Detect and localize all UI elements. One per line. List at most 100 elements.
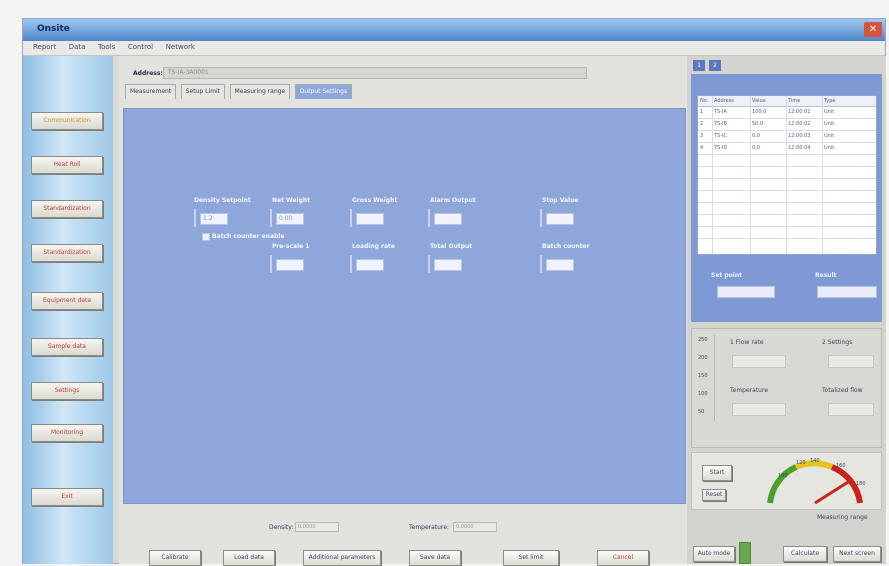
menu-item[interactable]: Tools: [98, 43, 115, 51]
field-bar: [194, 209, 196, 227]
address-label: Address:: [133, 70, 163, 77]
menu-item[interactable]: Report: [33, 43, 56, 51]
gauge-tick: 100: [778, 473, 788, 479]
gauge-tick: 180: [856, 481, 866, 487]
gauge-needle: [814, 479, 852, 505]
range-tick: 50: [698, 409, 705, 415]
grid-cell: Unit: [824, 145, 835, 151]
data-grid-panel: No. Address Value Time Type 1 TS-IA 100.…: [691, 74, 882, 322]
sidebar-button-communication[interactable]: Communication: [31, 112, 103, 130]
settings-label: 2 Settings: [822, 339, 853, 346]
grid-cell: TS-IA: [714, 109, 727, 115]
set-limit-button[interactable]: Set limit: [503, 550, 559, 566]
field-bar: [270, 209, 272, 227]
field-label: Density Setpoint: [194, 197, 251, 204]
grid-cell: TS-IC: [714, 133, 727, 139]
grid-cell: 0.0: [752, 145, 760, 151]
field-label: Gross Weight: [352, 197, 398, 204]
window-title: Onsite: [37, 24, 70, 34]
loading-rate-input[interactable]: [356, 259, 384, 271]
settings-field: [828, 355, 874, 368]
grid-header-cell: Value: [752, 98, 766, 104]
menu-item[interactable]: Network: [166, 43, 195, 51]
sidebar-button-settings[interactable]: Settings: [31, 382, 103, 400]
sidebar: Communication Heat Roll Standardization …: [23, 56, 113, 564]
field-label: Loading rate: [352, 243, 395, 250]
tab-setup-limit[interactable]: Setup Limit: [180, 84, 225, 99]
field-label: Batch counter: [542, 243, 590, 250]
grid-cell: 0.0: [752, 133, 760, 139]
reset-button[interactable]: Reset: [702, 489, 726, 501]
totalized-flow-label: Totalized flow: [822, 387, 863, 394]
grid-row-line: [698, 202, 876, 203]
grid-cell: 50.0: [752, 121, 764, 127]
right-tab[interactable]: 1: [693, 60, 705, 71]
grid-row-line: [698, 214, 876, 215]
batch-counter-input[interactable]: [546, 259, 574, 271]
gauge-tick: 120: [796, 460, 806, 466]
menu-item[interactable]: Control: [128, 43, 153, 51]
menu-item[interactable]: Data: [69, 43, 86, 51]
right-panel: 1 2 No. Address Value Time Type 1 TS-IA …: [687, 56, 886, 564]
load-data-button[interactable]: Load data: [223, 550, 275, 566]
sidebar-button[interactable]: Sample data: [31, 338, 103, 356]
range-scale: 250 200 150 100 50: [698, 335, 715, 421]
temperature-field: 0.0000: [453, 522, 497, 532]
calibrate-button[interactable]: Calibrate: [149, 550, 201, 566]
sidebar-button[interactable]: Standardization: [31, 200, 103, 218]
grid-cell: Unit: [824, 109, 835, 115]
sidebar-button[interactable]: Monitoring: [31, 424, 103, 442]
stop-value-input[interactable]: [546, 213, 574, 225]
totalized-flow-field: [828, 403, 874, 416]
temperature-label: Temperature: [730, 387, 769, 394]
flow-rate-field: [732, 355, 786, 368]
tab-measuring-range[interactable]: Measuring range: [229, 84, 291, 99]
tab-strip: Measurement Setup Limit Measuring range …: [125, 84, 354, 100]
additional-parameters-button[interactable]: Additional parameters: [303, 550, 381, 566]
net-weight-input[interactable]: 0.00: [276, 213, 304, 225]
address-field[interactable]: TS-IA-3A0001: [163, 67, 587, 79]
grid-cell: TS-ID: [714, 145, 728, 151]
sidebar-button[interactable]: Standardization: [31, 244, 103, 262]
cancel-button[interactable]: Cancel: [597, 550, 649, 566]
menu-bar: Report Data Tools Control Network: [23, 41, 885, 56]
field-label: Net Weight: [272, 197, 311, 204]
temperature-field: [732, 403, 786, 416]
settings-form: Density Setpoint 1.2 Batch counter enabl…: [123, 108, 686, 504]
tab-output-settings[interactable]: Output Settings: [294, 84, 353, 99]
grid-cell: 12:00:01: [788, 109, 811, 115]
sidebar-button-exit[interactable]: Exit: [31, 488, 103, 506]
grid-cell: 12:00:04: [788, 145, 811, 151]
density-setpoint-input[interactable]: 1.2: [200, 213, 228, 225]
total-output-input[interactable]: [434, 259, 462, 271]
field-bar: [428, 209, 430, 227]
setpoint-field[interactable]: [717, 286, 775, 298]
batch-enable-checkbox[interactable]: [202, 233, 210, 241]
close-button[interactable]: ✕: [864, 22, 882, 37]
grid-row-line: [698, 166, 876, 167]
app-window: Onsite ✕ Report Data Tools Control Netwo…: [22, 18, 886, 566]
field-label: Stop Value: [542, 197, 579, 204]
data-grid: No. Address Value Time Type 1 TS-IA 100.…: [697, 95, 877, 255]
next-screen-button[interactable]: Next screen: [833, 546, 881, 562]
alarm-output-input[interactable]: [434, 213, 462, 225]
start-button[interactable]: Start: [702, 465, 732, 481]
prescale-input[interactable]: [276, 259, 304, 271]
field-bar: [270, 255, 272, 273]
right-tab[interactable]: 2: [708, 60, 721, 71]
sidebar-button[interactable]: Equipment data: [31, 292, 103, 310]
setpoint-label: Set point: [711, 272, 742, 279]
tab-measurement[interactable]: Measurement: [125, 84, 177, 99]
calculate-button[interactable]: Calculate: [783, 546, 827, 562]
grid-row-line: [698, 190, 876, 191]
gauge-tick: 140: [810, 458, 820, 464]
sidebar-button[interactable]: Heat Roll: [31, 156, 103, 174]
field-bar: [540, 255, 542, 273]
field-label: Alarm Output: [430, 197, 476, 204]
main-panel: Address: TS-IA-3A0001 Measurement Setup …: [119, 56, 687, 566]
save-data-button[interactable]: Save data: [409, 550, 461, 566]
range-tick: 100: [698, 391, 708, 397]
grid-cell: 12:00:03: [788, 133, 811, 139]
gross-weight-input[interactable]: [356, 213, 384, 225]
auto-mode-button[interactable]: Auto mode: [693, 546, 735, 562]
